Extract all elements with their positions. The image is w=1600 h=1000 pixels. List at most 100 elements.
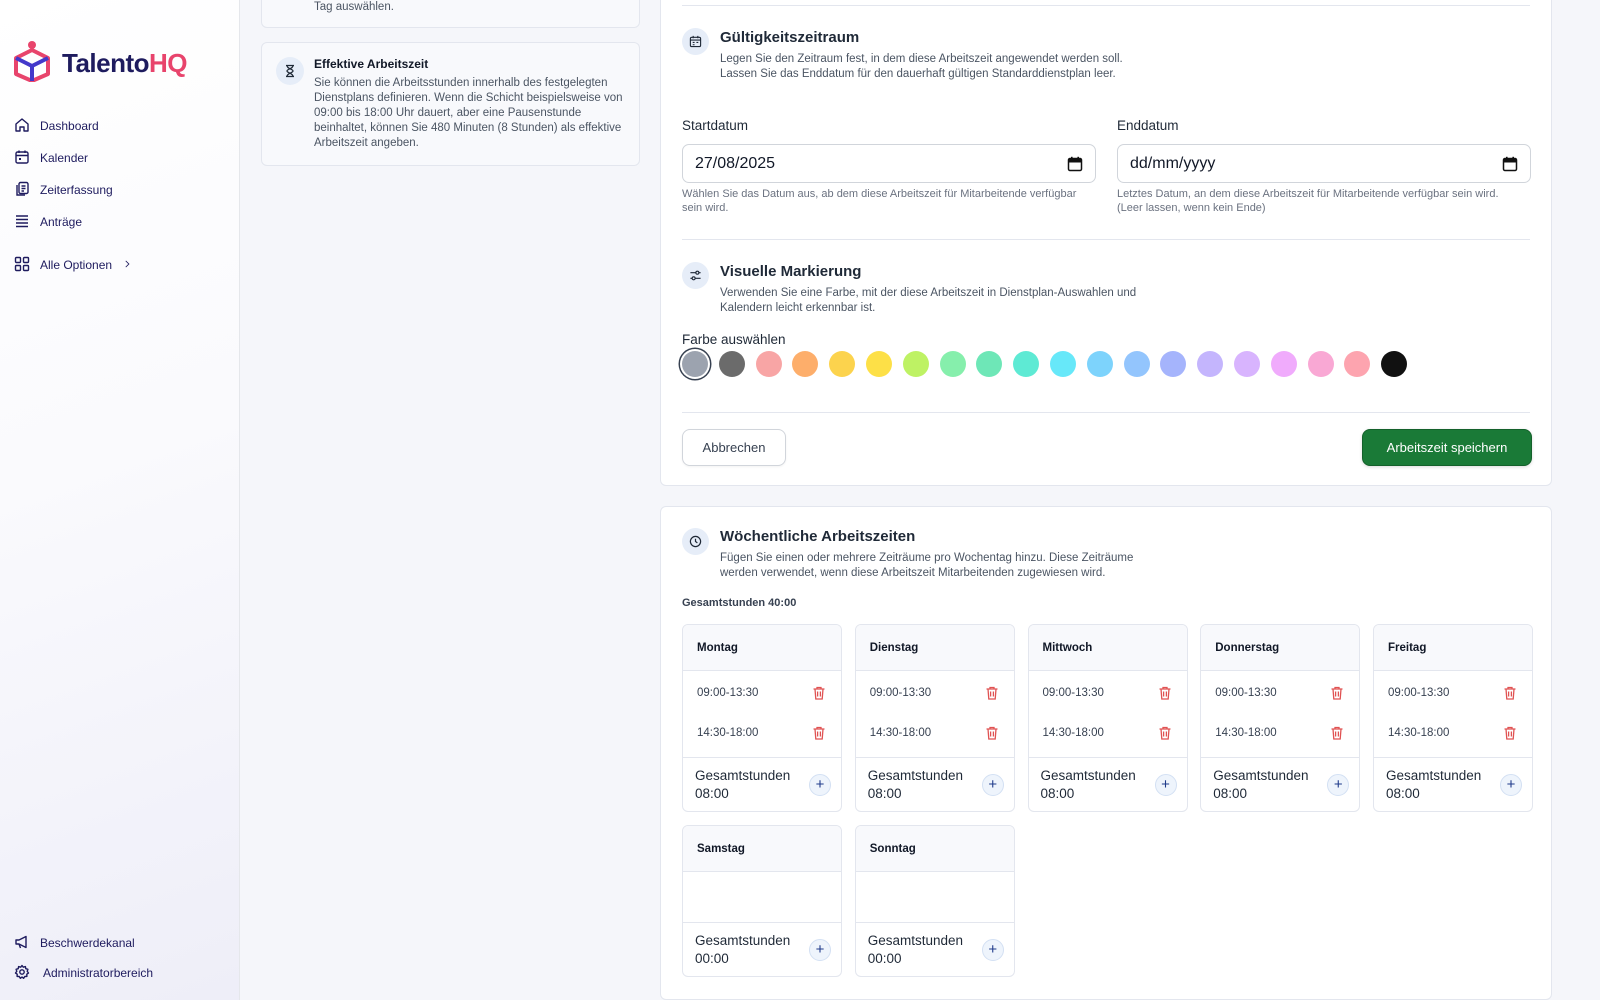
day-total-value: 08:00 (1386, 785, 1420, 801)
day-footer: Gesamtstunden 08:00 + (855, 757, 1014, 811)
trash-icon[interactable] (1157, 685, 1173, 701)
start-date-hint: Wählen Sie das Datum aus, ab dem diese A… (682, 188, 1077, 214)
time-slot-range: 14:30-18:00 (869, 727, 932, 739)
end-date-placeholder: dd/mm/yyyy (1130, 154, 1216, 172)
time-slot-range: 14:30-18:00 (697, 727, 759, 739)
sidebar: TalentoHQ Dashboard Kalender Zeiterfassu… (0, 0, 240, 1000)
color-swatch[interactable] (682, 351, 708, 377)
day-total: Gesamtstunden 00:00 (695, 932, 790, 968)
time-slot-list (683, 872, 841, 926)
calendar-icon (14, 149, 30, 168)
day-footer: Gesamtstunden 00:00 + (683, 922, 841, 976)
color-swatch[interactable] (1197, 351, 1224, 377)
trash-icon[interactable] (1502, 685, 1518, 701)
add-slot-button[interactable]: + (981, 773, 1004, 796)
trash-icon[interactable] (984, 685, 1000, 701)
end-date-input[interactable]: dd/mm/yyyy (1117, 144, 1531, 183)
color-swatch[interactable] (865, 351, 892, 377)
color-swatch[interactable] (1307, 351, 1334, 377)
sidebar-item-kalender[interactable]: Kalender (14, 142, 132, 174)
sidebar-item-all-options[interactable]: Alle Optionen (14, 249, 132, 281)
color-swatch[interactable] (1270, 351, 1297, 377)
trash-icon[interactable] (811, 685, 827, 701)
main-nav: Dashboard Kalender Zeiterfassung Anträge… (14, 110, 132, 281)
plus-icon: + (988, 941, 998, 958)
color-swatch[interactable] (1049, 351, 1076, 377)
info-card-day-select: Tag auswählen. (261, 0, 640, 28)
day-total: Gesamtstunden 08:00 (868, 767, 963, 803)
color-swatch[interactable] (1233, 351, 1260, 377)
add-slot-button[interactable]: + (1327, 773, 1350, 796)
color-swatch[interactable] (1013, 351, 1040, 377)
day-total: Gesamtstunden 08:00 (1386, 767, 1481, 803)
start-date-input[interactable]: 27/08/2025 (682, 144, 1096, 183)
sidebar-item-label: Alle Optionen (40, 258, 113, 272)
color-swatch[interactable] (792, 351, 819, 377)
time-slot: 14:30-18:00 (683, 713, 841, 753)
sidebar-item-beschwerdekanal[interactable]: Beschwerdekanal (14, 928, 153, 958)
trash-icon[interactable] (1157, 725, 1173, 741)
day-footer: Gesamtstunden 00:00 + (855, 922, 1014, 976)
clipboard-icon (14, 181, 30, 200)
day-total-label: Gesamtstunden (1213, 767, 1309, 783)
day-total-value: 08:00 (1040, 785, 1075, 801)
trash-icon[interactable] (1329, 685, 1345, 701)
list-icon (14, 213, 30, 232)
day-footer: Gesamtstunden 08:00 + (683, 757, 841, 811)
trash-icon[interactable] (984, 725, 1000, 741)
cancel-button[interactable]: Abbrechen (682, 429, 786, 466)
trash-icon[interactable] (1329, 725, 1345, 741)
sidebar-item-zeiterfassung[interactable]: Zeiterfassung (14, 174, 132, 206)
day-name: Dienstag (855, 625, 1014, 671)
add-slot-button[interactable]: + (1154, 773, 1177, 796)
color-picker (682, 351, 1418, 377)
time-slot-list (856, 872, 1014, 926)
cube-logo-icon (12, 40, 52, 87)
gear-icon (14, 964, 30, 983)
add-slot-button[interactable]: + (809, 938, 831, 961)
color-swatch[interactable] (1086, 351, 1113, 377)
save-button[interactable]: Arbeitszeit speichern (1362, 429, 1532, 466)
day-footer: Gesamtstunden 08:00 + (1201, 757, 1360, 811)
day-footer: Gesamtstunden 08:00 + (1028, 757, 1187, 811)
trash-icon[interactable] (1502, 725, 1518, 741)
calendar-picker-icon[interactable] (1067, 156, 1083, 172)
add-slot-button[interactable]: + (1500, 773, 1522, 796)
day-name: Samstag (683, 826, 841, 872)
day-name: Mittwoch (1028, 625, 1187, 671)
color-swatch[interactable] (1123, 351, 1150, 377)
plus-icon: + (988, 776, 998, 793)
info-text: Tag auswählen. (314, 1, 394, 13)
sidebar-item-antraege[interactable]: Anträge (14, 206, 132, 238)
color-swatch[interactable] (718, 351, 745, 377)
sidebar-item-dashboard[interactable]: Dashboard (14, 110, 132, 142)
calendar-picker-icon[interactable] (1502, 156, 1518, 172)
day-card: Samstag Gesamtstunden 00:00 + (682, 825, 842, 977)
color-swatch[interactable] (755, 351, 782, 377)
color-swatch[interactable] (976, 351, 1003, 377)
day-name: Sonntag (855, 826, 1014, 872)
color-swatch[interactable] (829, 351, 856, 377)
day-total-label: Gesamtstunden (1386, 767, 1482, 783)
plus-icon: + (1506, 776, 1516, 793)
color-swatch[interactable] (902, 351, 929, 377)
trash-icon[interactable] (811, 725, 827, 741)
color-swatch[interactable] (1160, 351, 1187, 377)
day-total-value: 08:00 (695, 785, 729, 801)
day-card: Montag 09:00-13:30 14:30-18:00 Gesamtstunde… (682, 624, 842, 812)
sidebar-item-administratorbereich[interactable]: Administratorbereich (14, 958, 153, 988)
logo[interactable]: TalentoHQ (12, 40, 188, 87)
divider (682, 239, 1530, 240)
time-slot: 14:30-18:00 (1201, 713, 1359, 753)
add-slot-button[interactable]: + (981, 938, 1004, 961)
hourglass-icon (276, 57, 304, 85)
color-swatch[interactable] (939, 351, 966, 377)
time-slot-range: 14:30-18:00 (1215, 727, 1277, 739)
add-slot-button[interactable]: + (809, 773, 831, 796)
marking-title: Visuelle Markierung (720, 263, 862, 280)
color-swatch[interactable] (1381, 351, 1408, 377)
day-total-label: Gesamtstunden (867, 932, 964, 948)
color-swatch[interactable] (1344, 351, 1371, 377)
day-card: Dienstag 09:00-13:30 14:30-18:00 Gesamtstun… (854, 624, 1015, 812)
plus-icon: + (815, 941, 825, 958)
